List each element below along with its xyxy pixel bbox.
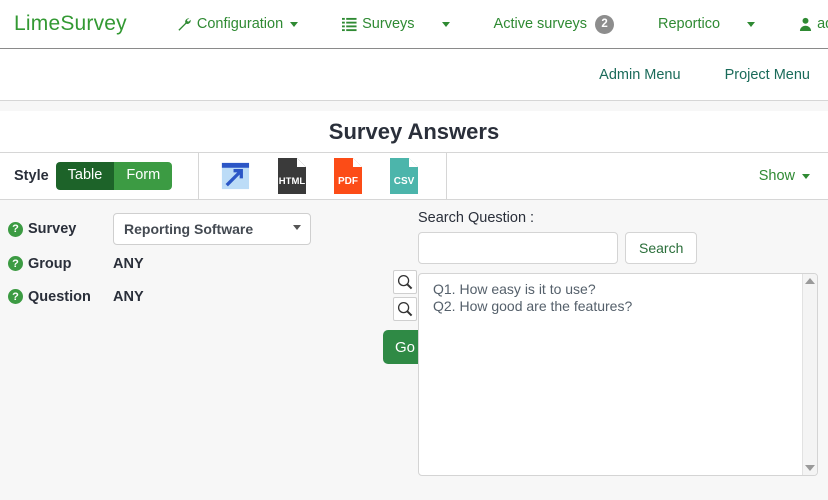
- search-row: Search: [418, 232, 818, 264]
- svg-text:CSV: CSV: [394, 176, 415, 187]
- spacer-strip: [0, 101, 828, 111]
- page-title-container: Survey Answers: [0, 111, 828, 152]
- toolbar-divider: [198, 152, 200, 200]
- search-input[interactable]: [418, 232, 618, 264]
- nav-label-surveys: Surveys: [362, 16, 415, 32]
- chevron-down-icon[interactable]: [747, 21, 756, 27]
- page-title: Survey Answers: [328, 119, 500, 144]
- question-list-items: Q1. How easy is it to use? Q2. How good …: [419, 274, 802, 475]
- chevron-down-icon[interactable]: [290, 21, 299, 27]
- html-export-icon[interactable]: HTML: [276, 157, 308, 195]
- active-surveys-badge: 2: [595, 14, 615, 34]
- scroll-down-arrow-icon[interactable]: [805, 465, 815, 471]
- question-list-scrollbar[interactable]: [802, 274, 817, 475]
- nav-item-surveys[interactable]: Surveys: [342, 16, 450, 32]
- criteria-row-survey: ? Survey Reporting Software: [8, 212, 368, 246]
- style-table-button[interactable]: Table: [55, 161, 115, 191]
- style-form-button[interactable]: Form: [114, 161, 173, 191]
- wrench-icon: [177, 17, 192, 32]
- svg-text:PDF: PDF: [338, 176, 358, 187]
- nav-item-active-surveys[interactable]: Active surveys 2: [493, 14, 615, 34]
- question-list-box[interactable]: Q1. How easy is it to use? Q2. How good …: [418, 273, 818, 476]
- question-value: ANY: [113, 288, 144, 305]
- toolbar-divider-right: [446, 152, 448, 200]
- navbar-items: Configuration Surveys Active surveys 2 R…: [177, 14, 828, 34]
- report-toolbar: Style Table Form HTML PDF CSV Show: [0, 152, 828, 200]
- chevron-down-icon: [802, 173, 810, 179]
- project-menu-link[interactable]: Project Menu: [725, 67, 810, 83]
- criteria-row-question: ? Question ANY: [8, 283, 368, 310]
- top-navbar: LimeSurvey Configuration Surveys Active …: [0, 0, 828, 49]
- scroll-up-arrow-icon[interactable]: [805, 278, 815, 284]
- export-icons-row: HTML PDF CSV: [217, 157, 420, 195]
- question-label: Question: [28, 288, 91, 305]
- criteria-content-area: ? Survey Reporting Software ? Group ANY …: [0, 200, 828, 480]
- user-icon: [799, 17, 812, 32]
- help-icon[interactable]: ?: [8, 289, 23, 304]
- group-value: ANY: [113, 255, 144, 272]
- list-item[interactable]: Q1. How easy is it to use?: [433, 281, 794, 298]
- pdf-export-icon[interactable]: PDF: [332, 157, 364, 195]
- search-icon: [397, 301, 413, 317]
- help-icon[interactable]: ?: [8, 221, 23, 237]
- criteria-form: ? Survey Reporting Software ? Group ANY …: [8, 212, 368, 316]
- nav-label-active-surveys: Active surveys: [493, 16, 588, 32]
- nav-label-admin: admin: [817, 16, 828, 32]
- search-question-panel: Search Question : Search Q1. How easy is…: [418, 210, 818, 476]
- admin-menu-link[interactable]: Admin Menu: [599, 67, 680, 83]
- nav-label-configuration: Configuration: [196, 16, 284, 32]
- svg-text:HTML: HTML: [279, 176, 306, 187]
- survey-label: Survey: [28, 221, 77, 237]
- search-question-label: Search Question :: [418, 210, 535, 226]
- search-icon: [397, 274, 413, 290]
- list-icon: [342, 17, 357, 32]
- search-icon-button-question[interactable]: [393, 297, 417, 321]
- chevron-down-icon[interactable]: [441, 21, 450, 27]
- show-dropdown[interactable]: Show: [759, 168, 810, 184]
- survey-select-wrapper: Reporting Software: [113, 213, 311, 245]
- group-label: Group: [28, 255, 72, 272]
- list-item[interactable]: Q2. How good are the features?: [433, 298, 794, 315]
- csv-export-icon[interactable]: CSV: [388, 157, 420, 195]
- style-label: Style: [14, 168, 49, 184]
- show-label: Show: [758, 168, 795, 184]
- nav-item-reportico[interactable]: Reportico: [658, 16, 756, 32]
- secondary-menu-bar: Admin Menu Project Menu: [0, 49, 828, 101]
- search-button[interactable]: Search: [625, 232, 698, 264]
- criteria-row-group: ? Group ANY: [8, 250, 368, 277]
- launch-window-icon[interactable]: [217, 160, 252, 192]
- brand-logo[interactable]: LimeSurvey: [14, 12, 127, 36]
- style-button-group: Table Form: [55, 161, 173, 191]
- nav-item-configuration[interactable]: Configuration: [177, 16, 299, 32]
- survey-select[interactable]: Reporting Software: [113, 213, 311, 245]
- search-icon-button-group[interactable]: [393, 270, 417, 294]
- nav-item-admin[interactable]: admin: [799, 16, 828, 32]
- nav-label-reportico: Reportico: [658, 16, 721, 32]
- help-icon[interactable]: ?: [8, 256, 23, 271]
